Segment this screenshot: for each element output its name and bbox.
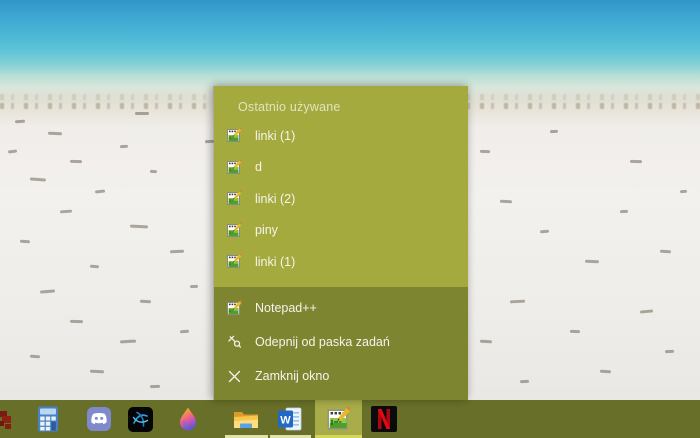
notepad-doc-icon bbox=[226, 190, 243, 207]
sand-streak bbox=[90, 265, 99, 268]
sand-streak bbox=[120, 145, 128, 148]
sand-streak bbox=[640, 309, 653, 313]
jumplist-item-label: linki (2) bbox=[255, 192, 295, 206]
taskbar-button-unknown-app[interactable] bbox=[0, 408, 11, 432]
jumplist-item-label: d bbox=[255, 160, 262, 174]
close-icon bbox=[226, 368, 243, 385]
sand-streak bbox=[170, 250, 184, 253]
calculator-icon bbox=[37, 406, 59, 432]
sand-streak bbox=[150, 385, 160, 388]
sand-streak bbox=[20, 240, 30, 243]
jumplist-item-label: piny bbox=[255, 223, 278, 237]
sand-streak bbox=[15, 120, 25, 123]
sand-streak bbox=[150, 170, 157, 173]
sand-streak bbox=[90, 370, 104, 373]
sand-streak bbox=[130, 225, 148, 228]
taskbar-button-battle-net[interactable] bbox=[118, 400, 162, 438]
discord-icon bbox=[87, 407, 111, 431]
word-icon: W bbox=[277, 407, 303, 431]
jumplist-task-label: Notepad++ bbox=[255, 301, 317, 315]
jumplist-tasks-section: Notepad++ Odepnij od paska zadań bbox=[214, 287, 468, 400]
netflix-icon bbox=[371, 406, 397, 432]
battle-net-icon bbox=[128, 407, 153, 432]
jumplist-task-unpin[interactable]: Odepnij od paska zadań bbox=[214, 325, 468, 359]
taskbar-button-netflix[interactable] bbox=[362, 400, 406, 438]
sand-streak bbox=[70, 160, 82, 163]
notepad-doc-icon bbox=[226, 222, 243, 239]
sand-streak bbox=[480, 150, 490, 153]
taskbar-button-discord[interactable] bbox=[77, 400, 121, 438]
file-explorer-icon bbox=[233, 409, 259, 430]
sand-streak bbox=[60, 210, 72, 213]
jumplist-recent-item[interactable]: linki (1) bbox=[214, 120, 468, 152]
notepad-plus-plus-icon bbox=[226, 300, 243, 317]
jumplist-section-header: Ostatnio używane bbox=[214, 94, 468, 120]
sand-streak bbox=[520, 380, 529, 383]
taskbar-button-notepad-plus-plus[interactable] bbox=[315, 400, 362, 438]
svg-text:W: W bbox=[280, 415, 291, 427]
sand-streak bbox=[30, 177, 46, 181]
sand-streak bbox=[570, 330, 580, 333]
sand-streak bbox=[120, 340, 136, 343]
taskbar-button-file-explorer[interactable] bbox=[224, 400, 268, 438]
sand-streak bbox=[585, 260, 599, 263]
taskbar-button-word[interactable]: W bbox=[268, 400, 312, 438]
paint-drop-icon bbox=[178, 407, 198, 432]
sand-streak bbox=[8, 149, 17, 153]
sand-streak bbox=[620, 210, 628, 213]
sand-streak bbox=[510, 300, 525, 303]
jumplist-recent-item[interactable]: piny bbox=[214, 215, 468, 247]
sand-streak bbox=[30, 355, 40, 358]
sand-streak bbox=[660, 250, 671, 253]
jumplist-task-label: Odepnij od paska zadań bbox=[255, 335, 390, 349]
jumplist-recent-item[interactable]: linki (2) bbox=[214, 183, 468, 215]
notepad-plus-plus-icon bbox=[326, 406, 352, 433]
jumplist-recent-section: Ostatnio używane linki (1) bbox=[214, 86, 468, 287]
desktop-screen: Ostatnio używane linki (1) bbox=[0, 0, 700, 438]
partial-red-icon bbox=[0, 408, 11, 432]
jumplist-task-launch-app[interactable]: Notepad++ bbox=[214, 291, 468, 325]
sand-streak bbox=[540, 230, 549, 233]
sand-streak bbox=[180, 330, 189, 333]
taskbar-button-calculator[interactable] bbox=[26, 400, 70, 438]
sand-streak bbox=[140, 300, 151, 303]
taskbar-button-paint-app[interactable] bbox=[166, 400, 210, 438]
jumplist-item-label: linki (1) bbox=[255, 129, 295, 143]
notepad-doc-icon bbox=[226, 127, 243, 144]
sand-streak bbox=[630, 160, 642, 163]
jumplist-item-label: linki (1) bbox=[255, 255, 295, 269]
sand-streak bbox=[665, 350, 674, 353]
jumplist-task-close-window[interactable]: Zamknij okno bbox=[214, 359, 468, 393]
sand-streak bbox=[500, 200, 512, 203]
sand-streak bbox=[680, 190, 687, 193]
jumplist-panel: Ostatnio używane linki (1) bbox=[213, 86, 468, 400]
sand-streak bbox=[550, 130, 558, 133]
sand-streak bbox=[48, 132, 62, 135]
sand-streak bbox=[190, 285, 198, 288]
sand-streak bbox=[135, 112, 149, 115]
sand-streak bbox=[95, 189, 105, 193]
sand-streak bbox=[70, 320, 83, 323]
sand-streak bbox=[40, 289, 55, 293]
notepad-doc-icon bbox=[226, 159, 243, 176]
taskbar: W bbox=[0, 400, 700, 438]
unpin-icon bbox=[226, 334, 243, 351]
jumplist-recent-item[interactable]: d bbox=[214, 152, 468, 184]
sand-streak bbox=[600, 370, 611, 373]
jumplist-recent-item[interactable]: linki (1) bbox=[214, 246, 468, 278]
jumplist-task-label: Zamknij okno bbox=[255, 369, 329, 383]
sand-streak bbox=[480, 340, 492, 343]
notepad-doc-icon bbox=[226, 253, 243, 270]
